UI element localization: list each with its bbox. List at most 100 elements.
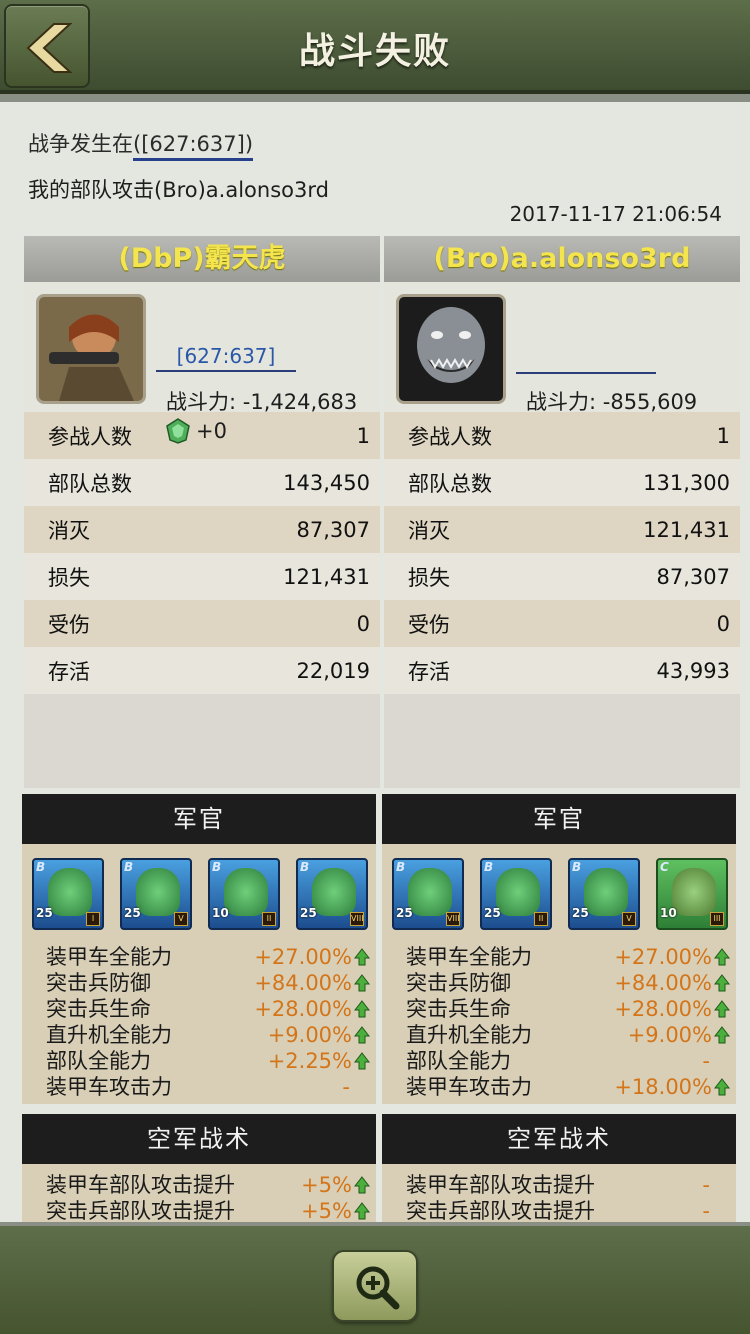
buff-row: 突击兵防御 +84.00% [406, 970, 730, 996]
up-arrow-icon [354, 1026, 370, 1044]
officer-card[interactable]: B 10 II [208, 858, 280, 930]
battle-description: 我的部队攻击(Bro)a.alonso3rd [28, 178, 329, 202]
officer-badge: V [622, 912, 636, 926]
stat-row: 消灭 121,431 [384, 506, 740, 553]
buff-value: +2.25% [268, 1048, 370, 1074]
buff-value: - [702, 1172, 730, 1198]
stat-row: 部队总数 143,450 [24, 459, 380, 506]
stat-value: 143,450 [283, 470, 370, 495]
officer-portrait-icon [672, 868, 716, 916]
gem-value: +0 [196, 419, 227, 443]
air-buff-rows: 装甲车部队攻击提升 - 突击兵部队攻击提升 - [382, 1166, 736, 1228]
buff-value: +84.00% [254, 970, 370, 996]
officer-level: 10 [212, 906, 229, 920]
buff-value-text: +18.00% [614, 1075, 712, 1099]
buff-value-text: +5% [301, 1173, 352, 1197]
officer-card[interactable]: B 25 V [568, 858, 640, 930]
stat-label: 损失 [408, 565, 450, 590]
buff-row: 装甲车全能力 +27.00% [406, 944, 730, 970]
stat-label: 消灭 [48, 518, 90, 543]
stat-row: 受伤 0 [384, 600, 740, 647]
stat-row: 损失 87,307 [384, 553, 740, 600]
location-prefix: 战争发生在 [28, 132, 133, 156]
buff-value: +84.00% [614, 970, 730, 996]
officer-badge: II [534, 912, 548, 926]
up-arrow-icon [714, 1000, 730, 1018]
buff-value: - [342, 1074, 370, 1100]
zoom-in-icon [356, 1266, 400, 1310]
officer-badge: II [262, 912, 276, 926]
buff-row: 部队全能力 +2.25% [46, 1048, 370, 1074]
attacker-stats: 参战人数 1 部队总数 143,450 消灭 87,307 损失 121,431 受伤 0… [24, 412, 380, 788]
attacker-gem: +0 [166, 418, 227, 444]
officer-portrait-icon [224, 868, 268, 916]
soldier-portrait-icon [39, 297, 143, 401]
up-arrow-icon [714, 948, 730, 966]
buff-label: 突击兵部队攻击提升 [406, 1199, 595, 1223]
attacker-coordinates[interactable]: [627:637] [156, 344, 296, 372]
buff-value: +5% [301, 1172, 370, 1198]
buff-value-text: +27.00% [254, 945, 352, 969]
attacker-power: 战斗力: -1,424,683 [166, 390, 358, 414]
buff-value-text: +2.25% [267, 1049, 352, 1073]
buff-label: 突击兵防御 [406, 971, 511, 995]
officer-rank: B [484, 860, 494, 874]
officer-card[interactable]: B 25 V [120, 858, 192, 930]
officer-rank: B [300, 860, 310, 874]
stat-row: 消灭 87,307 [24, 506, 380, 553]
stat-row-empty [24, 694, 380, 788]
buff-label: 装甲车部队攻击提升 [406, 1173, 595, 1197]
buff-value: +5% [301, 1198, 370, 1224]
gem-icon [166, 418, 190, 444]
officer-card[interactable]: B 25 I [32, 858, 104, 930]
air-buff-rows: 装甲车部队攻击提升 +5% 突击兵部队攻击提升 +5% [22, 1166, 376, 1228]
up-arrow-icon [714, 974, 730, 992]
buff-label: 突击兵部队攻击提升 [46, 1199, 235, 1223]
defender-profile: 战斗力: -855,609 [384, 282, 740, 414]
defender-column: (Bro)a.alonso3rd 战斗力: -855,609 参战人数 1 部队总… [384, 236, 740, 788]
buff-row: 装甲车攻击力 +18.00% [406, 1074, 730, 1100]
buff-value-text: - [702, 1199, 710, 1223]
buff-label: 装甲车部队攻击提升 [46, 1173, 235, 1197]
buff-value: - [702, 1048, 730, 1074]
officer-rank: B [36, 860, 46, 874]
stat-value: 22,019 [296, 658, 370, 683]
zoom-button[interactable] [332, 1250, 418, 1322]
header-divider [0, 94, 750, 102]
buff-label: 直升机全能力 [406, 1023, 532, 1047]
officer-list: B 25 I B 25 V B 10 II B 25 VIII [22, 858, 376, 938]
defender-coordinates[interactable] [516, 344, 656, 374]
buff-value-text: +28.00% [614, 997, 712, 1021]
defender-avatar[interactable] [396, 294, 506, 404]
officer-card[interactable]: B 25 II [480, 858, 552, 930]
officer-level: 25 [572, 906, 589, 920]
defender-officer-panel: 军官 B 25 VIII B 25 II B 25 V C 10 III 装甲车全能力 +27.00% 突… [382, 794, 736, 1104]
location-link[interactable]: ([627:637]) [133, 132, 254, 161]
buff-label: 部队全能力 [406, 1049, 511, 1073]
page-title: 战斗失败 [298, 31, 451, 72]
officer-card[interactable]: B 25 VIII [392, 858, 464, 930]
attacker-officer-panel: 军官 B 25 I B 25 V B 10 II B 25 VIII 装甲车全能力 +27.00% 突击兵… [22, 794, 376, 1104]
attacker-air-panel: 空军战术 装甲车部队攻击提升 +5% 突击兵部队攻击提升 +5% [22, 1114, 376, 1232]
officer-portrait-icon [496, 868, 540, 916]
officer-portrait-icon [48, 868, 92, 916]
up-arrow-icon [354, 1000, 370, 1018]
stat-label: 存活 [48, 659, 90, 684]
officer-rank: B [124, 860, 134, 874]
buff-row: 装甲车攻击力 - [46, 1074, 370, 1100]
officer-card[interactable]: C 10 III [656, 858, 728, 930]
attacker-avatar[interactable] [36, 294, 146, 404]
stat-row: 参战人数 1 [384, 412, 740, 459]
stat-value: 121,431 [643, 517, 730, 542]
monster-portrait-icon [399, 297, 503, 401]
up-arrow-icon [714, 1078, 730, 1096]
buff-row: 装甲车全能力 +27.00% [46, 944, 370, 970]
stat-row: 存活 22,019 [24, 647, 380, 694]
buff-value: +27.00% [614, 944, 730, 970]
officer-badge: III [710, 912, 724, 926]
officer-rank: C [660, 860, 669, 874]
officer-level: 25 [36, 906, 53, 920]
buff-label: 装甲车全能力 [46, 945, 172, 969]
officer-buff-list: 装甲车全能力 +27.00% 突击兵防御 +84.00% 突击兵生命 +28.00% 直升机… [382, 938, 736, 1104]
officer-card[interactable]: B 25 VIII [296, 858, 368, 930]
